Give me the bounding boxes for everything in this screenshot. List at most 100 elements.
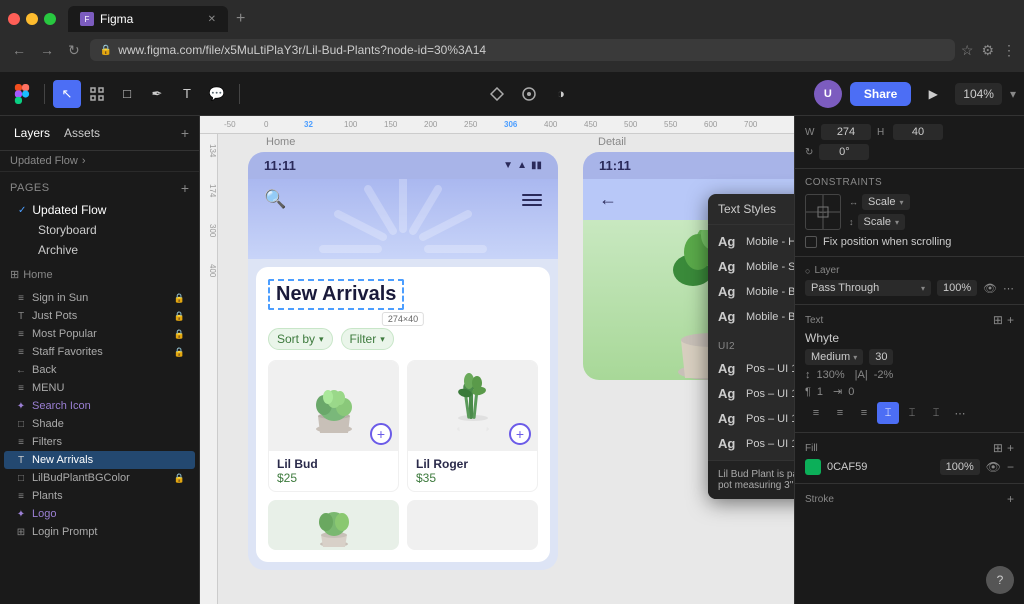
new-arrivals-title[interactable]: New Arrivals [268,279,404,310]
comment-tool-button[interactable]: 💬 [203,80,231,108]
layer-filters[interactable]: ≡ Filters [4,433,195,451]
frame-tool-button[interactable] [83,80,111,108]
add-fill-icon[interactable]: + [1007,441,1014,455]
layer-shade[interactable]: □ Shade [4,415,195,433]
style-mobile-body-links[interactable]: Ag Mobile - Body Links [708,304,794,329]
layer-staff-favorites[interactable]: ≡ Staff Favorites 🔒 [4,343,195,361]
fix-position-checkbox[interactable] [805,236,817,248]
share-button[interactable]: Share [850,82,911,106]
section-collapse-icon[interactable]: ⊞ [10,268,19,281]
tab-close-icon[interactable]: ✕ [208,14,216,25]
close-button[interactable] [8,13,20,25]
style-pos-ui12[interactable]: Ag Pos – UI 12 [708,431,794,456]
shape-tool-button[interactable]: □ [113,80,141,108]
style-mobile-body[interactable]: Ag Mobile - Body [708,279,794,304]
layer-mode-dropdown[interactable]: Pass Through ▾ [805,280,931,296]
layer-just-pots[interactable]: T Just Pots 🔒 [4,307,195,325]
layer-menu[interactable]: ≡ MENU [4,379,195,397]
fill-opacity-value[interactable]: 100% [940,459,980,475]
move-tool-button[interactable]: ↖ [53,80,81,108]
updated-flow-breadcrumb[interactable]: Updated Flow [10,155,78,167]
forward-nav-button[interactable]: → [36,40,58,60]
height-value[interactable]: 40 [893,124,943,140]
filter-button[interactable]: Filter ▾ [341,328,394,350]
add-stroke-icon[interactable]: + [1007,492,1014,506]
style-mobile-small[interactable]: Ag Mobile - Small Text [708,254,794,279]
rotation-value[interactable]: 0° [819,144,869,160]
eye-icon[interactable]: 👁 [983,282,997,295]
add-layer-button[interactable]: + [181,125,189,141]
v-constraint-dropdown[interactable]: Scale ▾ [858,214,906,230]
address-bar[interactable]: 🔒 www.figma.com/file/x5MuLtiPlaY3r/Lil-B… [90,39,955,61]
product-card-2[interactable]: + Lil Roger $35 [407,360,538,492]
style-pos-ui11[interactable]: Ag Pos – UI 11 [708,356,794,381]
hamburger-menu-icon[interactable] [522,194,542,206]
new-tab-button[interactable]: + [232,10,249,28]
play-button[interactable]: ▶ [919,80,947,108]
layer-lil-bud-bg[interactable]: □ LilBudPlantBGColor 🔒 [4,469,195,487]
h-constraint-dropdown[interactable]: Scale ▾ [862,194,910,210]
width-value[interactable]: 274 [821,124,871,140]
align-top-button[interactable]: ⌶ [877,402,899,424]
layer-new-arrivals[interactable]: T New Arrivals [4,451,195,469]
fill-grid-icon[interactable]: ⊞ [993,441,1003,455]
style-pos-ui11-bold[interactable]: Ag Pos – UI 11 Bold [708,406,794,431]
layer-sign-in-sun[interactable]: ≡ Sign in Sun 🔒 [4,289,195,307]
layer-login-prompt[interactable]: ⊞ Login Prompt [4,523,195,541]
figma-logo[interactable] [8,80,36,108]
refresh-nav-button[interactable]: ↻ [64,40,84,61]
ellipsis-icon[interactable]: ⋯ [1003,282,1014,295]
product-card-1[interactable]: + Lil Bud $25 [268,360,399,492]
fill-hex-value[interactable]: 0CAF59 [827,461,867,473]
contrast-button[interactable]: ◑ [547,80,575,108]
page-item-storyboard[interactable]: Storyboard [10,220,189,240]
align-center-button[interactable]: ≡ [829,402,851,424]
components-button[interactable] [483,80,511,108]
font-size-value[interactable]: 30 [869,349,893,365]
minimize-button[interactable] [26,13,38,25]
fill-eye-icon[interactable]: 👁 [986,460,1001,474]
layer-opacity-value[interactable]: 100% [937,280,977,296]
page-item-archive[interactable]: Archive [10,240,189,260]
canvas-area[interactable]: -50 0 32 100 150 200 250 306 400 450 500… [200,116,794,604]
style-pos-ui11-medium[interactable]: Ag Pos – UI 11 Medium [708,381,794,406]
assets-button[interactable] [515,80,543,108]
layer-most-popular[interactable]: ≡ Most Popular 🔒 [4,325,195,343]
layer-plants[interactable]: ≡ Plants [4,487,195,505]
zoom-chevron[interactable]: ▾ [1010,87,1016,101]
style-mobile-header[interactable]: Ag Mobile - Header [708,229,794,254]
text-grid-icon[interactable]: ⊞ [993,313,1003,327]
pen-tool-button[interactable]: ✒ [143,80,171,108]
layers-tab[interactable]: Layers [10,124,54,142]
align-left-button[interactable]: ≡ [805,402,827,424]
align-middle-button[interactable]: ⌶ [901,402,923,424]
font-weight-dropdown[interactable]: Medium ▾ [805,349,863,365]
fill-remove-icon[interactable]: − [1007,460,1014,474]
add-text-style-icon[interactable]: + [1007,313,1014,327]
zoom-indicator[interactable]: 104% [955,83,1002,105]
menu-icon[interactable]: ⋮ [1002,42,1016,59]
sort-by-button[interactable]: Sort by ▾ [268,328,333,350]
maximize-button[interactable] [44,13,56,25]
search-icon[interactable]: 🔍 [264,189,286,210]
add-to-cart-button-2[interactable]: + [509,423,531,445]
align-bottom-button[interactable]: ⌶ [925,402,947,424]
active-tab[interactable]: F Figma ✕ [68,6,228,32]
layer-back[interactable]: ← Back [4,361,195,379]
page-item-updated-flow[interactable]: ✓ Updated Flow [10,200,189,220]
align-right-button[interactable]: ≡ [853,402,875,424]
layer-search-icon[interactable]: ✦ Search Icon [4,397,195,415]
text-more-options-button[interactable]: ⋯ [949,402,971,424]
add-page-button[interactable]: + [181,180,189,196]
layer-logo[interactable]: ✦ Logo [4,505,195,523]
fill-color-swatch[interactable] [805,459,821,475]
star-icon[interactable]: ☆ [961,42,974,59]
back-arrow-icon[interactable]: ← [599,189,617,210]
back-nav-button[interactable]: ← [8,40,30,60]
add-to-cart-button-1[interactable]: + [370,423,392,445]
text-icon: T [14,455,28,466]
extensions-icon[interactable]: ⚙ [981,42,994,59]
help-button[interactable]: ? [986,566,1014,594]
text-tool-button[interactable]: T [173,80,201,108]
assets-tab[interactable]: Assets [60,124,104,142]
